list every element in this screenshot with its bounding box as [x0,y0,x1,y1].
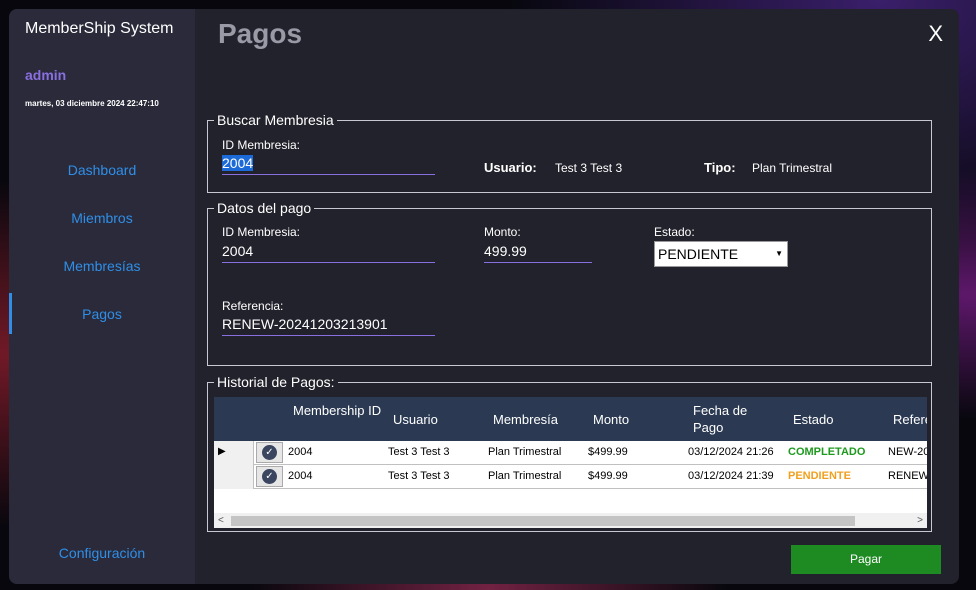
col-estado[interactable]: Estado [793,411,833,428]
close-button[interactable]: X [928,21,943,47]
col-membresia[interactable]: Membresía [493,411,558,428]
scrollbar-thumb[interactable] [231,516,855,526]
pago-id-input[interactable]: 2004 [222,241,435,263]
table-row[interactable]: ▶ ✓ 2004 Test 3 Test 3 Plan Trimestral $… [214,441,927,465]
col-referencia[interactable]: Refere [893,411,927,428]
row-selector-icon: ▶ [218,446,226,457]
scroll-left-icon[interactable]: < [218,513,224,528]
check-icon: ✓ [262,469,277,484]
cell-estado: COMPLETADO [788,446,866,458]
row-header[interactable] [214,465,254,489]
current-datetime: martes, 03 diciembre 2024 22:47:10 [25,99,159,108]
tipo-value: Plan Trimestral [752,161,833,175]
scroll-right-icon[interactable]: > [917,513,923,528]
cell-monto: $499.99 [588,470,628,482]
estado-select[interactable]: PENDIENTE ▼ [654,241,788,267]
main-content: Pagos X Buscar Membresia ID Membresia: 2… [195,9,959,584]
referencia-label: Referencia: [222,299,284,313]
cell-fecha: 03/12/2024 21:26 [688,446,774,458]
usuario-label: Usuario: [484,160,537,175]
sidebar: MemberShip System admin martes, 03 dicie… [9,9,195,584]
cell-referencia: RENEW [888,470,927,482]
row-check-button[interactable]: ✓ [256,442,283,463]
cell-monto: $499.99 [588,446,628,458]
tipo-label: Tipo: [704,160,736,175]
search-id-value: 2004 [222,155,254,171]
nav-membresias[interactable]: Membresías [9,258,195,274]
check-icon: ✓ [262,445,277,460]
buscar-membresia-group: Buscar Membresia ID Membresia: 2004 Usua… [207,112,932,193]
group-title: Datos del pago [214,200,315,216]
cell-id: 2004 [288,446,313,458]
nav-dashboard[interactable]: Dashboard [9,162,195,178]
estado-label: Estado: [654,225,695,239]
row-check-button[interactable]: ✓ [256,466,283,487]
cell-estado: PENDIENTE [788,470,851,482]
cell-membresia: Plan Trimestral [488,470,562,482]
pagar-button[interactable]: Pagar [791,545,941,574]
cell-referencia: NEW-20 [888,446,927,458]
nav-configuracion[interactable]: Configuración [9,545,195,561]
payments-table[interactable]: Membership ID Usuario Membresía Monto Fe… [214,397,927,528]
nav-pagos[interactable]: Pagos [9,306,195,322]
nav-miembros[interactable]: Miembros [9,210,195,226]
id-membresia-label: ID Membresia: [222,225,301,239]
id-membresia-label: ID Membresia: [222,138,301,152]
usuario-value: Test 3 Test 3 [555,161,623,175]
col-usuario[interactable]: Usuario [393,411,438,428]
cell-usuario: Test 3 Test 3 [388,470,450,482]
cell-fecha: 03/12/2024 21:39 [688,470,774,482]
table-row[interactable]: ✓ 2004 Test 3 Test 3 Plan Trimestral $49… [214,465,927,489]
historial-group: Historial de Pagos: Membership ID Usuari… [207,374,932,532]
app-title: MemberShip System [25,20,174,37]
current-user: admin [25,67,67,83]
col-membership-id[interactable]: Membership ID [293,402,383,419]
chevron-down-icon: ▼ [775,249,783,258]
group-title: Historial de Pagos: [214,374,338,390]
search-id-input[interactable]: 2004 [222,153,435,175]
row-header[interactable]: ▶ [214,441,254,465]
cell-id: 2004 [288,470,313,482]
page-title: Pagos [218,18,303,49]
estado-selected: PENDIENTE [658,246,739,262]
app-window: MemberShip System admin martes, 03 dicie… [9,9,959,584]
cell-membresia: Plan Trimestral [488,446,562,458]
group-title: Buscar Membresia [214,112,337,128]
monto-input[interactable]: 499.99 [484,241,592,263]
datos-pago-group: Datos del pago ID Membresia: 2004 Monto:… [207,200,932,366]
table-header: Membership ID Usuario Membresía Monto Fe… [214,397,927,441]
referencia-input[interactable]: RENEW-20241203213901 [222,314,435,336]
monto-label: Monto: [484,225,521,239]
cell-usuario: Test 3 Test 3 [388,446,450,458]
col-fecha[interactable]: Fecha de Pago [693,402,763,436]
col-monto[interactable]: Monto [593,411,629,428]
horizontal-scrollbar[interactable]: < > [214,513,927,528]
